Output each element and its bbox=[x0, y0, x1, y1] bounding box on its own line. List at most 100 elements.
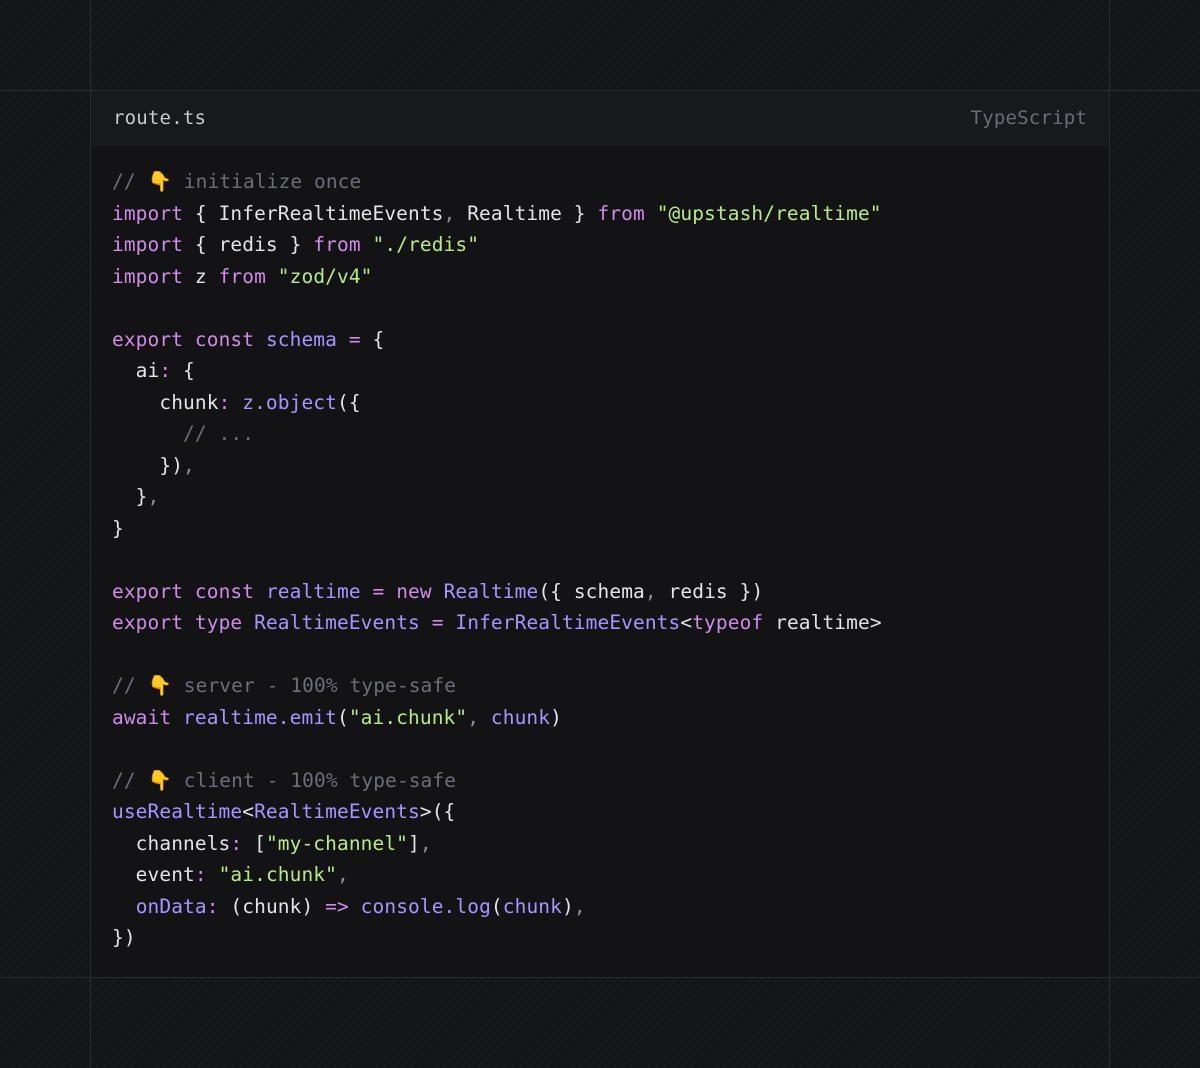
code-token-func: console.log bbox=[360, 894, 491, 918]
code-token-plain: ( bbox=[336, 705, 349, 729]
code-token-func: z.object bbox=[242, 390, 337, 414]
code-token-keyword: from bbox=[313, 233, 361, 256]
code-token-plain: } bbox=[112, 485, 148, 508]
code-token-string: "zod/v4" bbox=[277, 264, 373, 288]
code-token-keyword: export bbox=[112, 611, 184, 634]
code-line: ​ bbox=[112, 544, 882, 576]
code-line: export type RealtimeEvents = InferRealti… bbox=[112, 607, 882, 639]
code-token-plain: redis }) bbox=[656, 579, 764, 603]
code-token-keyword: = bbox=[372, 579, 385, 603]
code-token-punct: , bbox=[467, 705, 480, 729]
code-line: import { redis } from "./redis" bbox=[112, 229, 882, 261]
code-token-keyword: from bbox=[218, 264, 266, 288]
code-token-plain: ai bbox=[112, 359, 160, 382]
code-token-func: InferRealtimeEvents bbox=[455, 611, 681, 634]
code-token-keyword: await bbox=[112, 705, 172, 729]
code-token-plain: < bbox=[242, 800, 255, 823]
code-token-plain: ) bbox=[550, 705, 562, 729]
code-token-comment: // bbox=[112, 768, 148, 792]
code-line: } bbox=[112, 513, 882, 545]
code-token-plain: Realtime } bbox=[455, 201, 598, 225]
code-token-plain: }) bbox=[112, 926, 136, 949]
code-panel: route.ts TypeScript // 👇 initialize once… bbox=[91, 91, 1109, 977]
code-line: await realtime.emit("ai.chunk", chunk) bbox=[112, 702, 882, 734]
code-token-plain: ) bbox=[561, 894, 574, 918]
code-line: }) bbox=[112, 922, 882, 954]
code-line: channels: ["my-channel"], bbox=[112, 828, 882, 860]
code-line: ​ bbox=[112, 292, 882, 324]
code-token-keyword: : bbox=[194, 863, 207, 886]
code-line: ​ bbox=[112, 639, 882, 671]
code-line: }), bbox=[112, 450, 882, 482]
pointing-down-icon: 👇 bbox=[147, 674, 172, 697]
code-token-comment: initialize once bbox=[171, 170, 362, 193]
code-token-plain: chunk bbox=[112, 390, 219, 414]
code-token-string: "./redis" bbox=[372, 233, 480, 256]
code-token-keyword: : bbox=[159, 359, 172, 382]
code-line: import z from "zod/v4" bbox=[112, 261, 882, 293]
code-token-punct: , bbox=[419, 831, 432, 855]
code-token-keyword: export bbox=[112, 579, 184, 603]
code-line: chunk: z.object({ bbox=[112, 387, 882, 419]
code-token-keyword: export bbox=[112, 327, 184, 351]
code-token-keyword: : bbox=[230, 831, 243, 855]
pointing-down-icon: 👇 bbox=[147, 768, 172, 792]
code-token-punct: , bbox=[443, 201, 456, 225]
code-token-comment: server - 100% type-safe bbox=[171, 674, 457, 697]
code-token-keyword: import bbox=[112, 264, 184, 288]
code-token-plain: (chunk) bbox=[218, 894, 326, 918]
code-token-comment: // bbox=[112, 170, 148, 193]
code-token-comment: // bbox=[112, 674, 148, 697]
code-line: event: "ai.chunk", bbox=[112, 859, 882, 891]
language-label: TypeScript bbox=[970, 107, 1087, 129]
code-token-plain: ({ bbox=[336, 390, 361, 414]
code-token-punct: , bbox=[573, 894, 586, 918]
code-token-keyword: const bbox=[194, 579, 255, 603]
code-token-string: "ai.chunk" bbox=[348, 705, 468, 729]
code-token-func: chunk bbox=[502, 894, 562, 918]
code-token-plain: { redis } bbox=[183, 233, 314, 256]
code-token-plain: [ bbox=[242, 831, 266, 855]
code-token-plain: { InferRealtimeEvents bbox=[183, 201, 444, 225]
code-line: // ... bbox=[112, 418, 882, 450]
code-line: useRealtime<RealtimeEvents>({ bbox=[112, 796, 882, 828]
code-block[interactable]: // 👇 initialize once import { InferRealti… bbox=[112, 166, 882, 954]
code-token-string: "@upstash/realtime" bbox=[656, 201, 882, 225]
code-line: // 👇 server - 100% type-safe bbox=[112, 670, 882, 702]
code-token-string: "my-channel" bbox=[265, 831, 409, 855]
code-token-keyword: => bbox=[325, 894, 349, 918]
file-name: route.ts bbox=[113, 107, 207, 129]
code-token-plain: { bbox=[171, 359, 195, 382]
code-token-plain: }) bbox=[112, 453, 184, 477]
code-line: // 👇 initialize once bbox=[112, 166, 882, 198]
code-token-func: schema bbox=[265, 327, 337, 351]
guide-line-right bbox=[1109, 0, 1110, 1068]
code-token-keyword: = bbox=[431, 611, 444, 634]
code-token-comment: client - 100% type-safe bbox=[171, 768, 457, 792]
code-token-keyword: import bbox=[112, 201, 184, 225]
code-token-func: realtime.emit bbox=[183, 705, 337, 729]
code-token-plain: { bbox=[360, 327, 385, 351]
code-token-keyword: typeof bbox=[692, 611, 764, 634]
code-line: ai: { bbox=[112, 355, 882, 387]
code-token-punct: , bbox=[147, 485, 160, 508]
code-token-keyword: : bbox=[218, 390, 231, 414]
code-token-plain: ( bbox=[490, 894, 503, 918]
code-line: }, bbox=[112, 481, 882, 513]
code-token-plain: < bbox=[680, 611, 693, 634]
code-token-keyword: type bbox=[194, 611, 243, 634]
guide-line-bottom bbox=[0, 977, 1200, 978]
